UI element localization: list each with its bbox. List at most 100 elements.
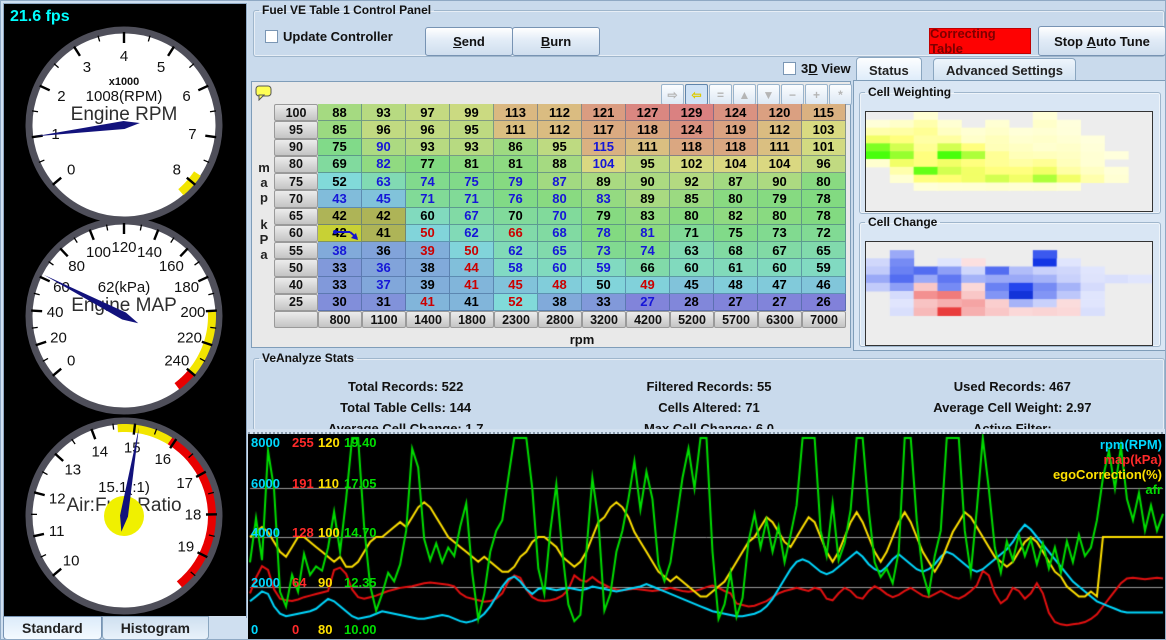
ve-table-cell[interactable]: 68 bbox=[538, 225, 582, 242]
ve-table-cell[interactable]: 111 bbox=[494, 121, 538, 138]
ve-table-cell[interactable]: 28 bbox=[670, 294, 714, 311]
ve-table-cell[interactable]: 79 bbox=[494, 173, 538, 190]
ve-table-cell[interactable]: 103 bbox=[802, 121, 846, 138]
ve-table-cell[interactable]: 97 bbox=[406, 104, 450, 121]
ve-table-cell[interactable]: 93 bbox=[450, 139, 494, 156]
ve-table-cell[interactable]: 72 bbox=[802, 225, 846, 242]
ve-table-cell[interactable]: 127 bbox=[626, 104, 670, 121]
ve-table-cell[interactable]: 60 bbox=[758, 259, 802, 276]
ve-table-cell[interactable]: 78 bbox=[802, 208, 846, 225]
ve-table-cell[interactable]: 115 bbox=[802, 104, 846, 121]
ve-table-cell[interactable]: 129 bbox=[670, 104, 714, 121]
ve-table-cell[interactable]: 87 bbox=[714, 173, 758, 190]
ve-table-cell[interactable]: 121 bbox=[582, 104, 626, 121]
ve-table-cell[interactable]: 112 bbox=[538, 121, 582, 138]
forward-arrow-icon[interactable]: ⇨ bbox=[661, 84, 684, 105]
burn-button[interactable]: Burn bbox=[512, 27, 600, 56]
ve-table-cell[interactable]: 113 bbox=[494, 104, 538, 121]
ve-table-cell[interactable]: 61 bbox=[714, 259, 758, 276]
tab-advanced-settings[interactable]: Advanced Settings bbox=[933, 58, 1076, 82]
ve-table-cell[interactable]: 68 bbox=[714, 242, 758, 259]
ve-table-cell[interactable]: 48 bbox=[714, 277, 758, 294]
increase-icon[interactable]: ▲ bbox=[733, 84, 756, 105]
ve-table-cell[interactable]: 27 bbox=[714, 294, 758, 311]
ve-table-cell[interactable]: 47 bbox=[758, 277, 802, 294]
ve-table-cell[interactable]: 96 bbox=[802, 156, 846, 173]
ve-table-cell[interactable]: 44 bbox=[450, 259, 494, 276]
ve-table-cell[interactable]: 50 bbox=[406, 225, 450, 242]
ve-table-cell[interactable]: 39 bbox=[406, 277, 450, 294]
ve-table-cell[interactable]: 80 bbox=[538, 190, 582, 207]
ve-table-cell[interactable]: 79 bbox=[758, 190, 802, 207]
ve-table-cell[interactable]: 118 bbox=[714, 139, 758, 156]
ve-table-cell[interactable]: 81 bbox=[494, 156, 538, 173]
ve-table-cell[interactable]: 42 bbox=[318, 208, 362, 225]
ve-table-cell[interactable]: 117 bbox=[582, 121, 626, 138]
ve-table-cell[interactable]: 38 bbox=[318, 242, 362, 259]
ve-table-cell[interactable]: 79 bbox=[582, 208, 626, 225]
ve-table-cell[interactable]: 59 bbox=[582, 259, 626, 276]
ve-table-cell[interactable]: 65 bbox=[538, 242, 582, 259]
checkbox-box[interactable] bbox=[783, 62, 796, 75]
ve-table-cell[interactable]: 75 bbox=[318, 139, 362, 156]
decrease-icon[interactable]: ▼ bbox=[757, 84, 780, 105]
log-graph[interactable]: rpm(RPM)map(kPa)egoCorrection(%)afr 8000… bbox=[248, 434, 1166, 640]
ve-table-cell[interactable]: 89 bbox=[582, 173, 626, 190]
ve-table-cell[interactable]: 33 bbox=[318, 277, 362, 294]
ve-table-cell[interactable]: 67 bbox=[758, 242, 802, 259]
ve-table-cell[interactable]: 83 bbox=[626, 208, 670, 225]
ve-table-cell[interactable]: 89 bbox=[626, 190, 670, 207]
ve-table-cell[interactable]: 77 bbox=[406, 156, 450, 173]
ve-table-cell[interactable]: 119 bbox=[714, 121, 758, 138]
ve-table-cell[interactable]: 67 bbox=[450, 208, 494, 225]
ve-table-cell[interactable]: 50 bbox=[450, 242, 494, 259]
ve-table-cell[interactable]: 78 bbox=[802, 190, 846, 207]
update-controller-checkbox[interactable]: Update Controller bbox=[265, 29, 393, 44]
ve-table-cell[interactable]: 90 bbox=[758, 173, 802, 190]
ve-table-cell[interactable]: 80 bbox=[758, 208, 802, 225]
ve-table-cell[interactable]: 41 bbox=[406, 294, 450, 311]
ve-table-cell[interactable]: 74 bbox=[406, 173, 450, 190]
ve-table-cell[interactable]: 83 bbox=[582, 190, 626, 207]
ve-table-cell[interactable]: 81 bbox=[626, 225, 670, 242]
ve-table-cell[interactable]: 92 bbox=[670, 173, 714, 190]
ve-table-cell[interactable]: 88 bbox=[538, 156, 582, 173]
back-arrow-icon[interactable]: ⇦ bbox=[685, 84, 708, 105]
ve-table-cell[interactable]: 95 bbox=[626, 156, 670, 173]
ve-table-cell[interactable]: 66 bbox=[626, 259, 670, 276]
ve-table-cell[interactable]: 93 bbox=[362, 104, 406, 121]
ve-table-cell[interactable]: 78 bbox=[582, 225, 626, 242]
ve-table-cell[interactable]: 93 bbox=[406, 139, 450, 156]
plus-icon[interactable]: + bbox=[805, 84, 828, 105]
tab-histogram[interactable]: Histogram bbox=[102, 616, 209, 640]
ve-table-cell[interactable]: 104 bbox=[714, 156, 758, 173]
equals-icon[interactable]: = bbox=[709, 84, 732, 105]
ve-table-cell[interactable]: 36 bbox=[362, 242, 406, 259]
ve-table-cell[interactable]: 41 bbox=[450, 294, 494, 311]
ve-table-cell[interactable]: 37 bbox=[362, 277, 406, 294]
ve-table-cell[interactable]: 86 bbox=[494, 139, 538, 156]
ve-table-cell[interactable]: 27 bbox=[626, 294, 670, 311]
tab-status[interactable]: Status bbox=[856, 57, 922, 82]
ve-table-cell[interactable]: 30 bbox=[318, 294, 362, 311]
ve-table-cell[interactable]: 50 bbox=[582, 277, 626, 294]
ve-table-cell[interactable]: 95 bbox=[538, 139, 582, 156]
ve-table-cell[interactable]: 102 bbox=[670, 156, 714, 173]
ve-table-cell[interactable]: 39 bbox=[406, 242, 450, 259]
ve-table-cell[interactable]: 70 bbox=[494, 208, 538, 225]
ve-table-cell[interactable]: 80 bbox=[670, 208, 714, 225]
ve-table-cell[interactable]: 87 bbox=[538, 173, 582, 190]
ve-table-cell[interactable]: 111 bbox=[626, 139, 670, 156]
ve-table-cell[interactable]: 60 bbox=[406, 208, 450, 225]
ve-table-cell[interactable]: 48 bbox=[538, 277, 582, 294]
ve-table-cell[interactable]: 66 bbox=[494, 225, 538, 242]
ve-table-cell[interactable]: 74 bbox=[626, 242, 670, 259]
ve-table-cell[interactable]: 76 bbox=[494, 190, 538, 207]
ve-table-cell[interactable]: 42 bbox=[362, 208, 406, 225]
ve-table-cell[interactable]: 88 bbox=[318, 104, 362, 121]
ve-table-cell[interactable]: 75 bbox=[714, 225, 758, 242]
ve-table-cell[interactable]: 33 bbox=[318, 259, 362, 276]
ve-table-cell[interactable]: 41 bbox=[450, 277, 494, 294]
ve-table-cell[interactable]: 73 bbox=[758, 225, 802, 242]
ve-table-cell[interactable]: 90 bbox=[626, 173, 670, 190]
